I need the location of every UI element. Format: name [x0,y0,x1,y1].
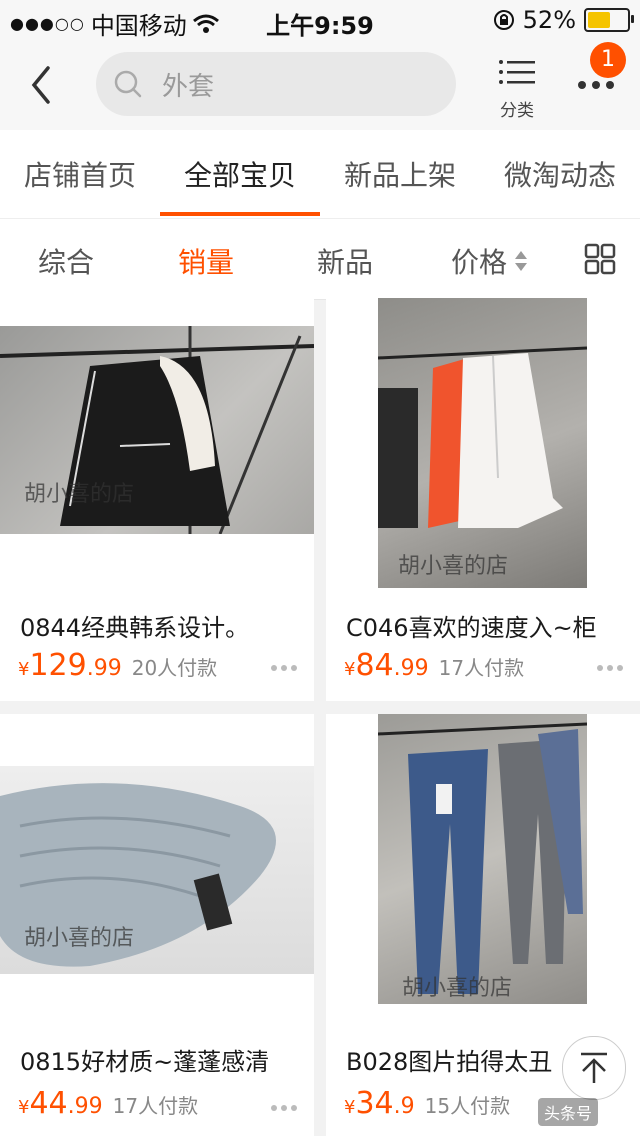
watermark: 胡小喜的店 [402,976,513,1001]
price-decimal: .99 [393,656,429,681]
product-image: 胡小喜的店 [378,714,587,1004]
price-integer: 44 [29,1086,68,1121]
category-label: 分类 [500,101,534,121]
price-row: ¥84.99 17人付款 [344,648,634,688]
sold-count: 15人付款 [424,1094,511,1118]
currency-symbol: ¥ [18,1097,30,1118]
status-bar: ●●●○○ 中国移动 上午9:59 52% [0,0,640,40]
sort-comprehensive[interactable]: 综合 [38,241,94,281]
watermark: 胡小喜的店 [24,482,135,507]
status-right: 52% [493,6,634,34]
sold-count: 20人付款 [131,656,218,680]
price-integer: 34 [355,1086,394,1121]
currency-symbol: ¥ [344,659,356,680]
sort-new[interactable]: 新品 [317,241,373,281]
currency-symbol: ¥ [344,1097,356,1118]
more-icon[interactable] [576,80,616,90]
search-icon [114,70,142,98]
more-icon[interactable] [270,1104,298,1112]
watermark: 胡小喜的店 [398,554,509,579]
rotation-lock-icon [493,10,514,30]
tab-shop-home[interactable]: 店铺首页 [24,154,136,194]
arrow-up-icon [581,1052,607,1083]
more-icon[interactable] [596,664,624,672]
list-icon [499,60,535,84]
tab-new-arrivals[interactable]: 新品上架 [344,154,456,194]
sold-count: 17人付款 [438,656,525,680]
notification-badge: 1 [590,42,626,78]
top-nav: 外套 分类 1 [0,40,640,130]
price-decimal: .99 [86,656,122,681]
product-card[interactable]: 胡小喜的店 0815好材质~蓬蓬感清 ¥44.99 17人付款 [0,714,314,1136]
more-icon[interactable] [270,664,298,672]
product-image: 胡小喜的店 [0,326,314,534]
product-image: 胡小喜的店 [0,766,314,974]
price-integer: 84 [355,648,394,683]
price-decimal: .99 [67,1094,103,1119]
price-row: ¥44.99 17人付款 [18,1086,308,1126]
sold-count: 17人付款 [112,1094,199,1118]
battery-percent: 52% [522,6,576,34]
tab-weitao[interactable]: 微淘动态 [504,154,616,194]
sort-arrows-icon [515,251,527,271]
sort-bar: 综合 销量 新品 价格 [0,218,640,300]
sort-price[interactable]: 价格 [451,241,507,281]
product-title: 0844经典韩系设计。 [20,614,250,642]
product-title: C046喜欢的速度入~柜 [346,614,597,642]
shop-tabs: 店铺首页 全部宝贝 新品上架 微淘动态 [0,130,640,218]
active-tab-indicator [160,212,320,216]
watermark: 胡小喜的店 [24,926,135,951]
tab-all-items[interactable]: 全部宝贝 [184,154,296,194]
product-card[interactable]: 胡小喜的店 C046喜欢的速度入~柜 ¥84.99 17人付款 [326,298,640,701]
price-row: ¥129.99 20人付款 [18,648,308,688]
shirts-photo [378,346,587,528]
product-title: 0815好材质~蓬蓬感清 [20,1048,270,1076]
sort-sales[interactable]: 销量 [178,241,234,281]
product-card[interactable]: 胡小喜的店 0844经典韩系设计。 ¥129.99 20人付款 [0,298,314,701]
search-placeholder: 外套 [162,72,215,102]
price-integer: 129 [29,648,87,683]
jeans-photo [378,722,587,994]
grid-view-icon[interactable] [584,243,616,275]
back-arrow-icon[interactable] [24,62,60,108]
back-to-top-button[interactable] [562,1036,626,1100]
battery-icon [584,8,634,32]
category-button[interactable]: 分类 [494,54,540,121]
currency-symbol: ¥ [18,659,30,680]
product-image: 胡小喜的店 [378,298,587,588]
source-label: 头条号 [538,1098,599,1126]
price-decimal: .9 [393,1094,415,1119]
search-input[interactable]: 外套 [96,52,456,116]
